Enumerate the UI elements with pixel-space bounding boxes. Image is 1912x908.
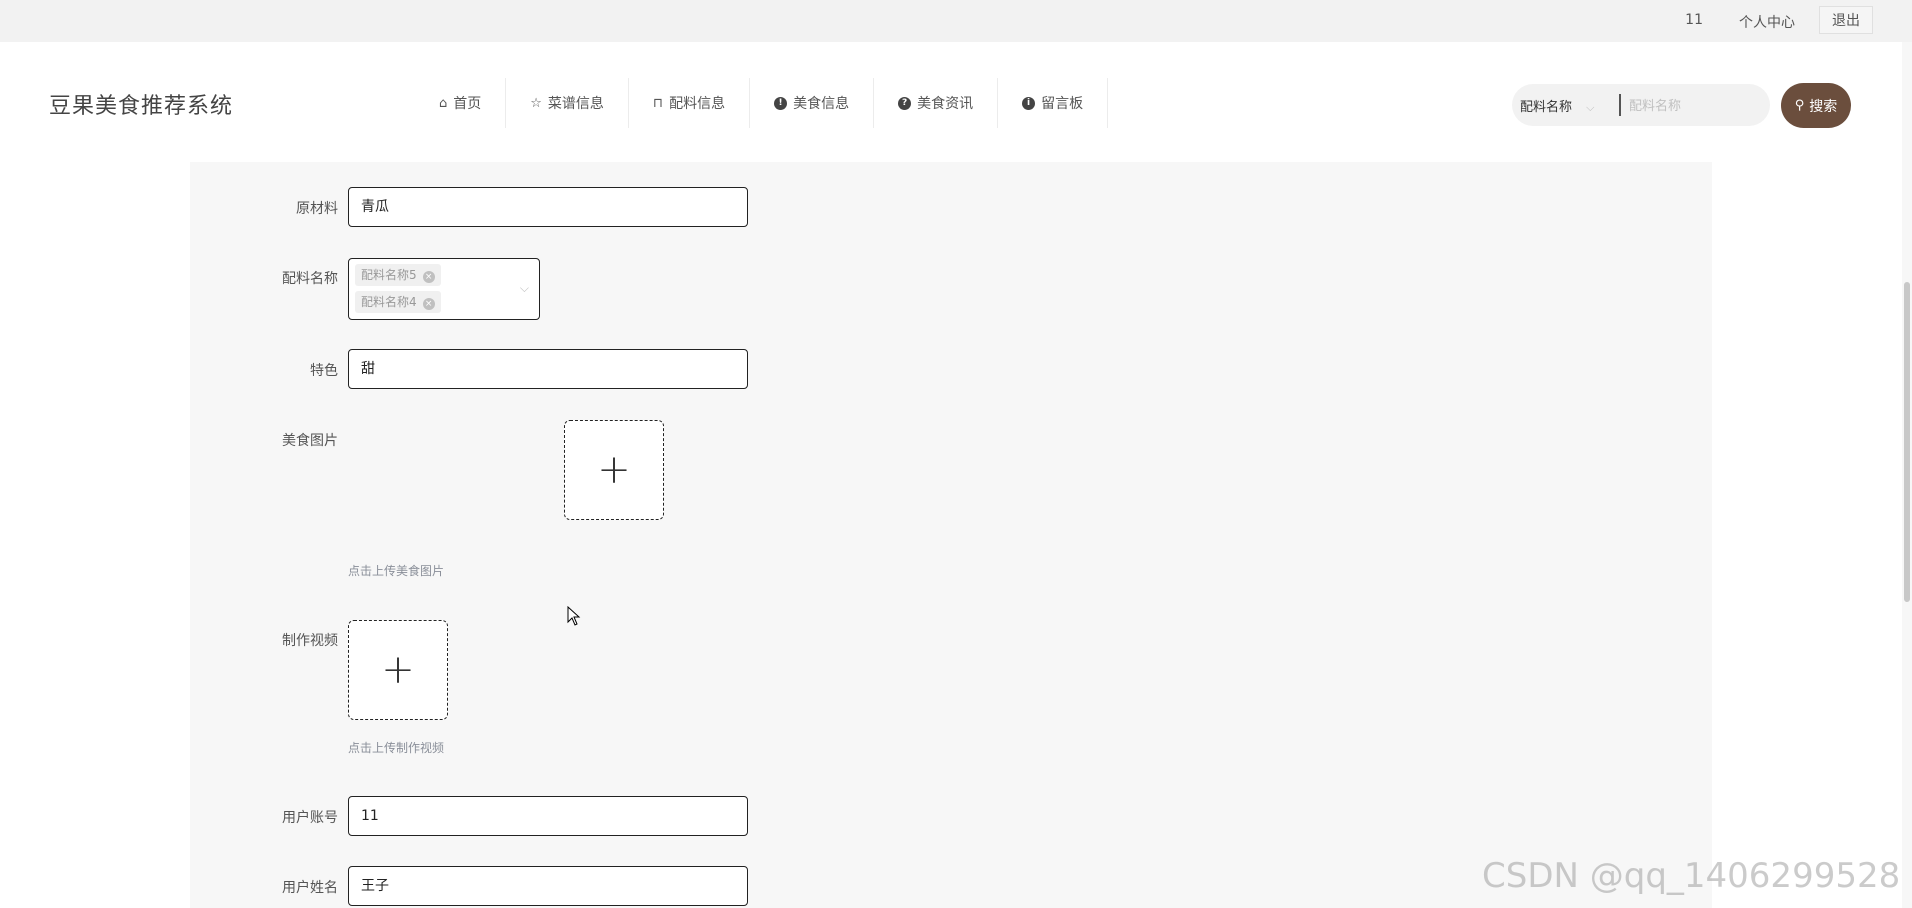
search-button-label: 搜索 [1809,98,1838,115]
food-image-label: 美食图片 [282,433,338,449]
search-divider [1619,94,1621,116]
feature-input[interactable]: 甜 [348,349,748,389]
video-upload-tip: 点击上传制作视频 [348,741,445,755]
chevron-down-icon: ⌵ [519,281,529,295]
nav-label: 首页 [453,96,482,112]
plus-icon: + [597,447,631,493]
mouse-cursor-icon [567,606,581,626]
scrollbar-thumb[interactable] [1904,282,1910,602]
video-label: 制作视频 [282,633,338,649]
main-nav: ⌂ 首页 ☆ 菜谱信息 ⊓ 配料信息 ! 美食信息 ? 美食资讯 i 留言板 [415,78,1109,128]
raw-material-input[interactable]: 青瓜 [348,187,748,227]
user-name-input[interactable]: 王子 [348,866,748,906]
nav-item-food-news[interactable]: ? 美食资讯 [874,78,999,128]
question-circle-icon: ? [898,96,912,110]
chevron-down-icon: ⌵ [1586,101,1595,114]
nav-label: 菜谱信息 [547,96,604,112]
nav-item-home[interactable]: ⌂ 首页 [415,78,507,128]
search-icon: ⚲ [1794,98,1805,113]
search-field-select[interactable]: 配料名称 ⌵ [1520,96,1595,115]
search-bar: 配料名称 ⌵ [1512,84,1770,126]
plus-icon: + [381,647,415,693]
info-circle-icon: i [1022,96,1036,110]
close-icon[interactable]: × [422,298,435,310]
nav-item-message-board[interactable]: i 留言板 [998,78,1109,128]
star-icon: ☆ [530,95,542,111]
watermark: CSDN @qq_1406299528 [1482,856,1901,896]
search-button[interactable]: ⚲ 搜索 [1781,83,1851,128]
form-panel: 原材料 青瓜 配料名称 配料名称5 × 配料名称4 × ⌵ 特色 甜 美食图片 + … [190,162,1712,908]
video-upload-button[interactable]: + [348,620,448,720]
nav-item-recipes[interactable]: ☆ 菜谱信息 [506,78,629,128]
user-account-label: 用户账号 [282,810,338,826]
nav-label: 留言板 [1041,96,1084,112]
close-icon[interactable]: × [422,271,435,283]
tag-label: 配料名称4 [361,295,417,309]
exclamation-circle-icon: ! [774,96,788,110]
ingredient-multiselect[interactable]: 配料名称5 × 配料名称4 × ⌵ [348,258,540,320]
search-select-value: 配料名称 [1520,100,1573,115]
nav-label: 美食资讯 [917,96,974,112]
nav-label: 美食信息 [793,96,850,112]
nav-label: 配料信息 [669,96,726,112]
home-icon: ⌂ [439,95,448,111]
tag-label: 配料名称5 [361,268,417,282]
feature-label: 特色 [310,363,338,379]
logout-button[interactable]: 退出 [1819,6,1873,34]
search-input[interactable] [1627,92,1761,120]
raw-material-label: 原材料 [296,201,338,217]
user-id: 11 [1685,12,1703,28]
food-image-upload-button[interactable]: + [564,420,664,520]
nav-item-food-info[interactable]: ! 美食信息 [750,78,875,128]
ingredient-tag: 配料名称4 × [355,291,441,313]
user-name-label: 用户姓名 [282,880,338,896]
site-title: 豆果美食推荐系统 [49,94,234,119]
personal-center-link[interactable]: 个人中心 [1739,12,1795,32]
ingredient-tag: 配料名称5 × [355,264,441,286]
ingredient-name-label: 配料名称 [282,271,338,287]
nav-item-ingredients[interactable]: ⊓ 配料信息 [629,78,751,128]
top-bar: 11 个人中心 退出 [0,0,1912,43]
header: 豆果美食推荐系统 ⌂ 首页 ☆ 菜谱信息 ⊓ 配料信息 ! 美食信息 ? 美食资… [0,42,1912,162]
food-image-upload-tip: 点击上传美食图片 [348,564,445,578]
bag-icon: ⊓ [652,95,664,111]
user-account-input[interactable]: 11 [348,796,748,836]
